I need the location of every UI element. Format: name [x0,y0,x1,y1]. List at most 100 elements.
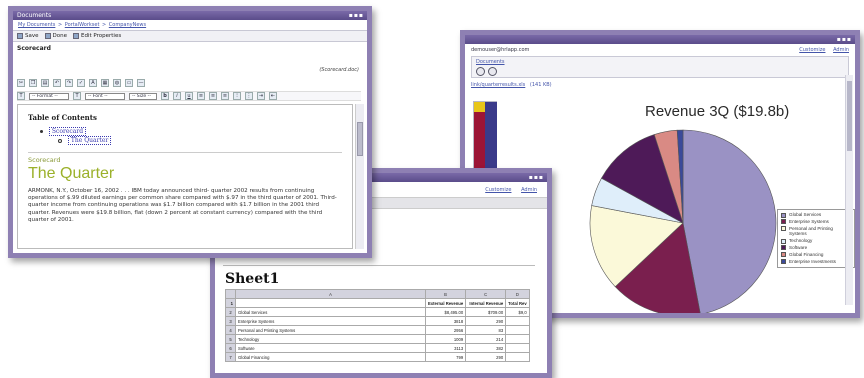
bullet-list-icon[interactable]: ⁝ [233,92,241,100]
column-header-c[interactable]: C [465,289,507,299]
row-number[interactable]: 5 [225,334,236,344]
table-cell[interactable]: 799 [424,352,467,362]
edit-icon[interactable] [488,67,497,76]
toc-link-the-quarter[interactable]: The Quarter [67,136,112,145]
numbered-list-icon[interactable]: ⋮ [245,92,253,100]
customize-link[interactable]: Customize [799,47,825,53]
table-cell[interactable]: 1009 [424,334,467,344]
table-row: 6 Software 3113 382 [225,343,530,353]
italic-icon[interactable]: i [173,92,181,100]
save-button[interactable]: Save [17,33,39,39]
editor-content[interactable]: Table of Contents Scorecard The Quarter … [17,104,353,249]
spellcheck-icon[interactable]: ✓ [77,79,85,87]
content-divider [28,152,342,153]
table-cell[interactable]: Global Financing [235,352,426,362]
legend-label: Enterprise Investments [789,258,836,264]
table-cell[interactable]: 3818 [424,316,467,326]
table-cell[interactable]: 290 [465,316,507,326]
row-number[interactable]: 2 [225,307,236,317]
table-cell[interactable]: 290 [465,352,507,362]
admin-link[interactable]: Admin [521,187,537,193]
align-right-icon[interactable]: ≡ [221,92,229,100]
paste-icon[interactable]: ▤ [41,79,49,87]
align-center-icon[interactable]: ≡ [209,92,217,100]
admin-link[interactable]: Admin [833,47,849,53]
portal-titlebar: ▪▪▪ [465,35,855,44]
table-cell[interactable]: Total Rev [505,298,530,308]
table-icon[interactable]: ▦ [101,79,109,87]
table-cell[interactable]: Enterprise Systems [235,316,426,326]
table-cell[interactable] [505,343,530,353]
table-cell[interactable]: External Revenue [424,298,467,308]
pie-slice-global-services [682,129,777,313]
redo-icon[interactable]: ↷ [65,79,73,87]
document-filename: (Scorecard.doc) [319,67,359,73]
table-cell[interactable]: 382 [465,343,507,353]
cut-icon[interactable]: ✂ [17,79,25,87]
row-number[interactable]: 3 [225,316,236,326]
horizontal-rule-icon[interactable]: — [137,79,145,87]
align-left-icon[interactable]: ≡ [197,92,205,100]
indent-icon[interactable]: ⇥ [257,92,265,100]
scroll-thumb[interactable] [847,81,852,151]
window-controls-icon[interactable]: ▪▪▪ [349,11,364,20]
done-button[interactable]: Done [44,33,67,39]
table-cell[interactable]: Personal and Printing Systems [235,325,426,335]
edit-properties-button[interactable]: Edit Properties [73,33,121,39]
file-link-row: link/quarterresults.xls (141 KB) [465,78,855,92]
breadcrumb-companynews[interactable]: CompanyNews [109,22,146,28]
row-number[interactable]: 4 [225,325,236,335]
documents-crumb[interactable]: Documents [476,59,505,65]
bold-icon[interactable]: b [161,92,169,100]
text-color-icon[interactable]: A [89,79,97,87]
row-number[interactable]: 1 [225,298,236,308]
editor-scrollbar[interactable] [355,104,364,249]
table-cell[interactable]: Technology [235,334,426,344]
table-row: 1 External Revenue Internal Revenue Total R… [225,298,530,308]
row-number[interactable]: 7 [225,352,236,362]
customize-link[interactable]: Customize [485,187,511,193]
table-cell[interactable] [235,298,426,308]
window-controls-icon[interactable]: ▪▪▪ [837,35,852,44]
table-cell[interactable]: 83 [465,325,507,335]
file-link[interactable]: link/quarterresults.xls [471,82,525,88]
window-controls-icon[interactable]: ▪▪▪ [529,173,544,182]
table-cell[interactable] [505,325,530,335]
table-cell[interactable]: 214 [465,334,507,344]
table-cell[interactable]: 2956 [424,325,467,335]
table-cell[interactable] [505,316,530,326]
table-cell[interactable]: Global Services [235,307,426,317]
section-label: Scorecard [28,156,61,164]
breadcrumb-portalworkset[interactable]: PortalWorkset [65,22,100,28]
legend-swatch [781,245,786,251]
table-cell[interactable]: 3113 [424,343,467,353]
editor-toolbar-1: ✂ ❐ ▤ ↶ ↷ ✓ A ▦ ◍ ▭ — [17,78,361,88]
copy-icon[interactable]: ❐ [29,79,37,87]
table-cell[interactable]: $709.00 [465,307,507,317]
image-icon[interactable]: ▭ [125,79,133,87]
portal-scrollbar[interactable] [845,75,853,305]
toc-link-scorecard[interactable]: Scorecard [48,127,87,136]
table-cell[interactable]: $8,495.00 [424,307,467,317]
save-label: Save [25,33,39,39]
refresh-icon[interactable] [476,67,485,76]
outdent-icon[interactable]: ⇤ [269,92,277,100]
table-cell[interactable]: $9,0 [505,307,530,317]
undo-icon[interactable]: ↶ [53,79,61,87]
row-number[interactable]: 6 [225,343,236,353]
scroll-thumb[interactable] [357,122,363,156]
table-cell[interactable] [505,334,530,344]
table-cell[interactable]: Software [235,343,426,353]
format-select[interactable]: -- Format -- [29,92,69,100]
size-select[interactable]: -- Size -- [129,92,157,100]
column-header-d[interactable]: D [505,289,530,299]
underline-icon[interactable]: u [185,92,193,100]
globe-icon[interactable]: ◍ [113,79,121,87]
column-header-a[interactable]: A [235,289,426,299]
editor-toolbar-2: T -- Format -- T -- Font -- -- Size -- b… [17,91,361,101]
font-select[interactable]: -- Font -- [85,92,125,100]
table-cell[interactable] [505,352,530,362]
breadcrumb-my-documents[interactable]: My Documents [18,22,55,28]
column-header-b[interactable]: B [424,289,467,299]
table-cell[interactable]: Internal Revenue [465,298,507,308]
